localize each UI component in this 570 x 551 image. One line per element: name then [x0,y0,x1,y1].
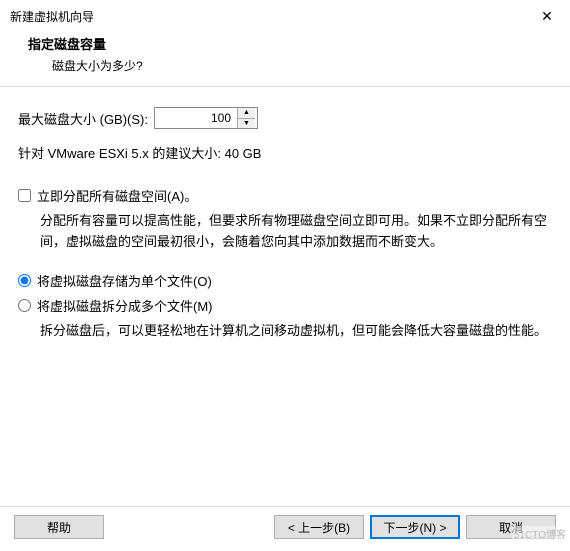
store-single-row[interactable]: 将虚拟磁盘存储为单个文件(O) [18,271,552,290]
next-button[interactable]: 下一步(N) > [370,515,460,539]
spinner-up-icon[interactable]: ▲ [238,108,255,119]
store-single-radio[interactable] [18,274,31,287]
allocate-now-label: 立即分配所有磁盘空间(A)。 [37,186,197,205]
close-icon[interactable]: ✕ [532,8,562,25]
footer: 帮助 < 上一步(B) 下一步(N) > 取消 [0,506,570,551]
store-split-desc: 拆分磁盘后，可以更轻松地在计算机之间移动虚拟机，但可能会降低大容量磁盘的性能。 [18,321,552,342]
spinner-down-icon[interactable]: ▼ [238,119,255,129]
allocate-block: 立即分配所有磁盘空间(A)。 分配所有容量可以提高性能，但要求所有物理磁盘空间立… [18,186,552,253]
store-split-row[interactable]: 将虚拟磁盘拆分成多个文件(M) [18,296,552,315]
allocate-now-checkbox[interactable] [18,189,31,202]
cancel-button[interactable]: 取消 [466,515,556,539]
disk-size-spinner[interactable]: ▲ ▼ [154,107,258,129]
store-split-label: 将虚拟磁盘拆分成多个文件(M) [37,296,213,315]
store-split-radio[interactable] [18,299,31,312]
page-heading: 指定磁盘容量 [28,34,560,53]
disk-size-label: 最大磁盘大小 (GB)(S): [18,109,148,128]
allocate-now-desc: 分配所有容量可以提高性能，但要求所有物理磁盘空间立即可用。如果不立即分配所有空间… [18,211,552,253]
titlebar: 新建虚拟机向导 ✕ [0,0,570,30]
back-button[interactable]: < 上一步(B) [274,515,364,539]
store-single-label: 将虚拟磁盘存储为单个文件(O) [37,271,212,290]
content-area: 最大磁盘大小 (GB)(S): ▲ ▼ 针对 VMware ESXi 5.x 的… [0,87,570,369]
recommended-size-text: 针对 VMware ESXi 5.x 的建议大小: 40 GB [18,143,552,162]
page-subheading: 磁盘大小为多少? [28,57,560,74]
window-title: 新建虚拟机向导 [10,8,94,25]
store-block: 将虚拟磁盘存储为单个文件(O) 将虚拟磁盘拆分成多个文件(M) 拆分磁盘后，可以… [18,271,552,342]
spinner-buttons: ▲ ▼ [237,108,255,128]
allocate-now-row[interactable]: 立即分配所有磁盘空间(A)。 [18,186,552,205]
wizard-header: 指定磁盘容量 磁盘大小为多少? [0,30,570,86]
help-button[interactable]: 帮助 [14,515,104,539]
disk-size-input[interactable] [155,108,237,128]
disk-size-row: 最大磁盘大小 (GB)(S): ▲ ▼ [18,107,552,129]
